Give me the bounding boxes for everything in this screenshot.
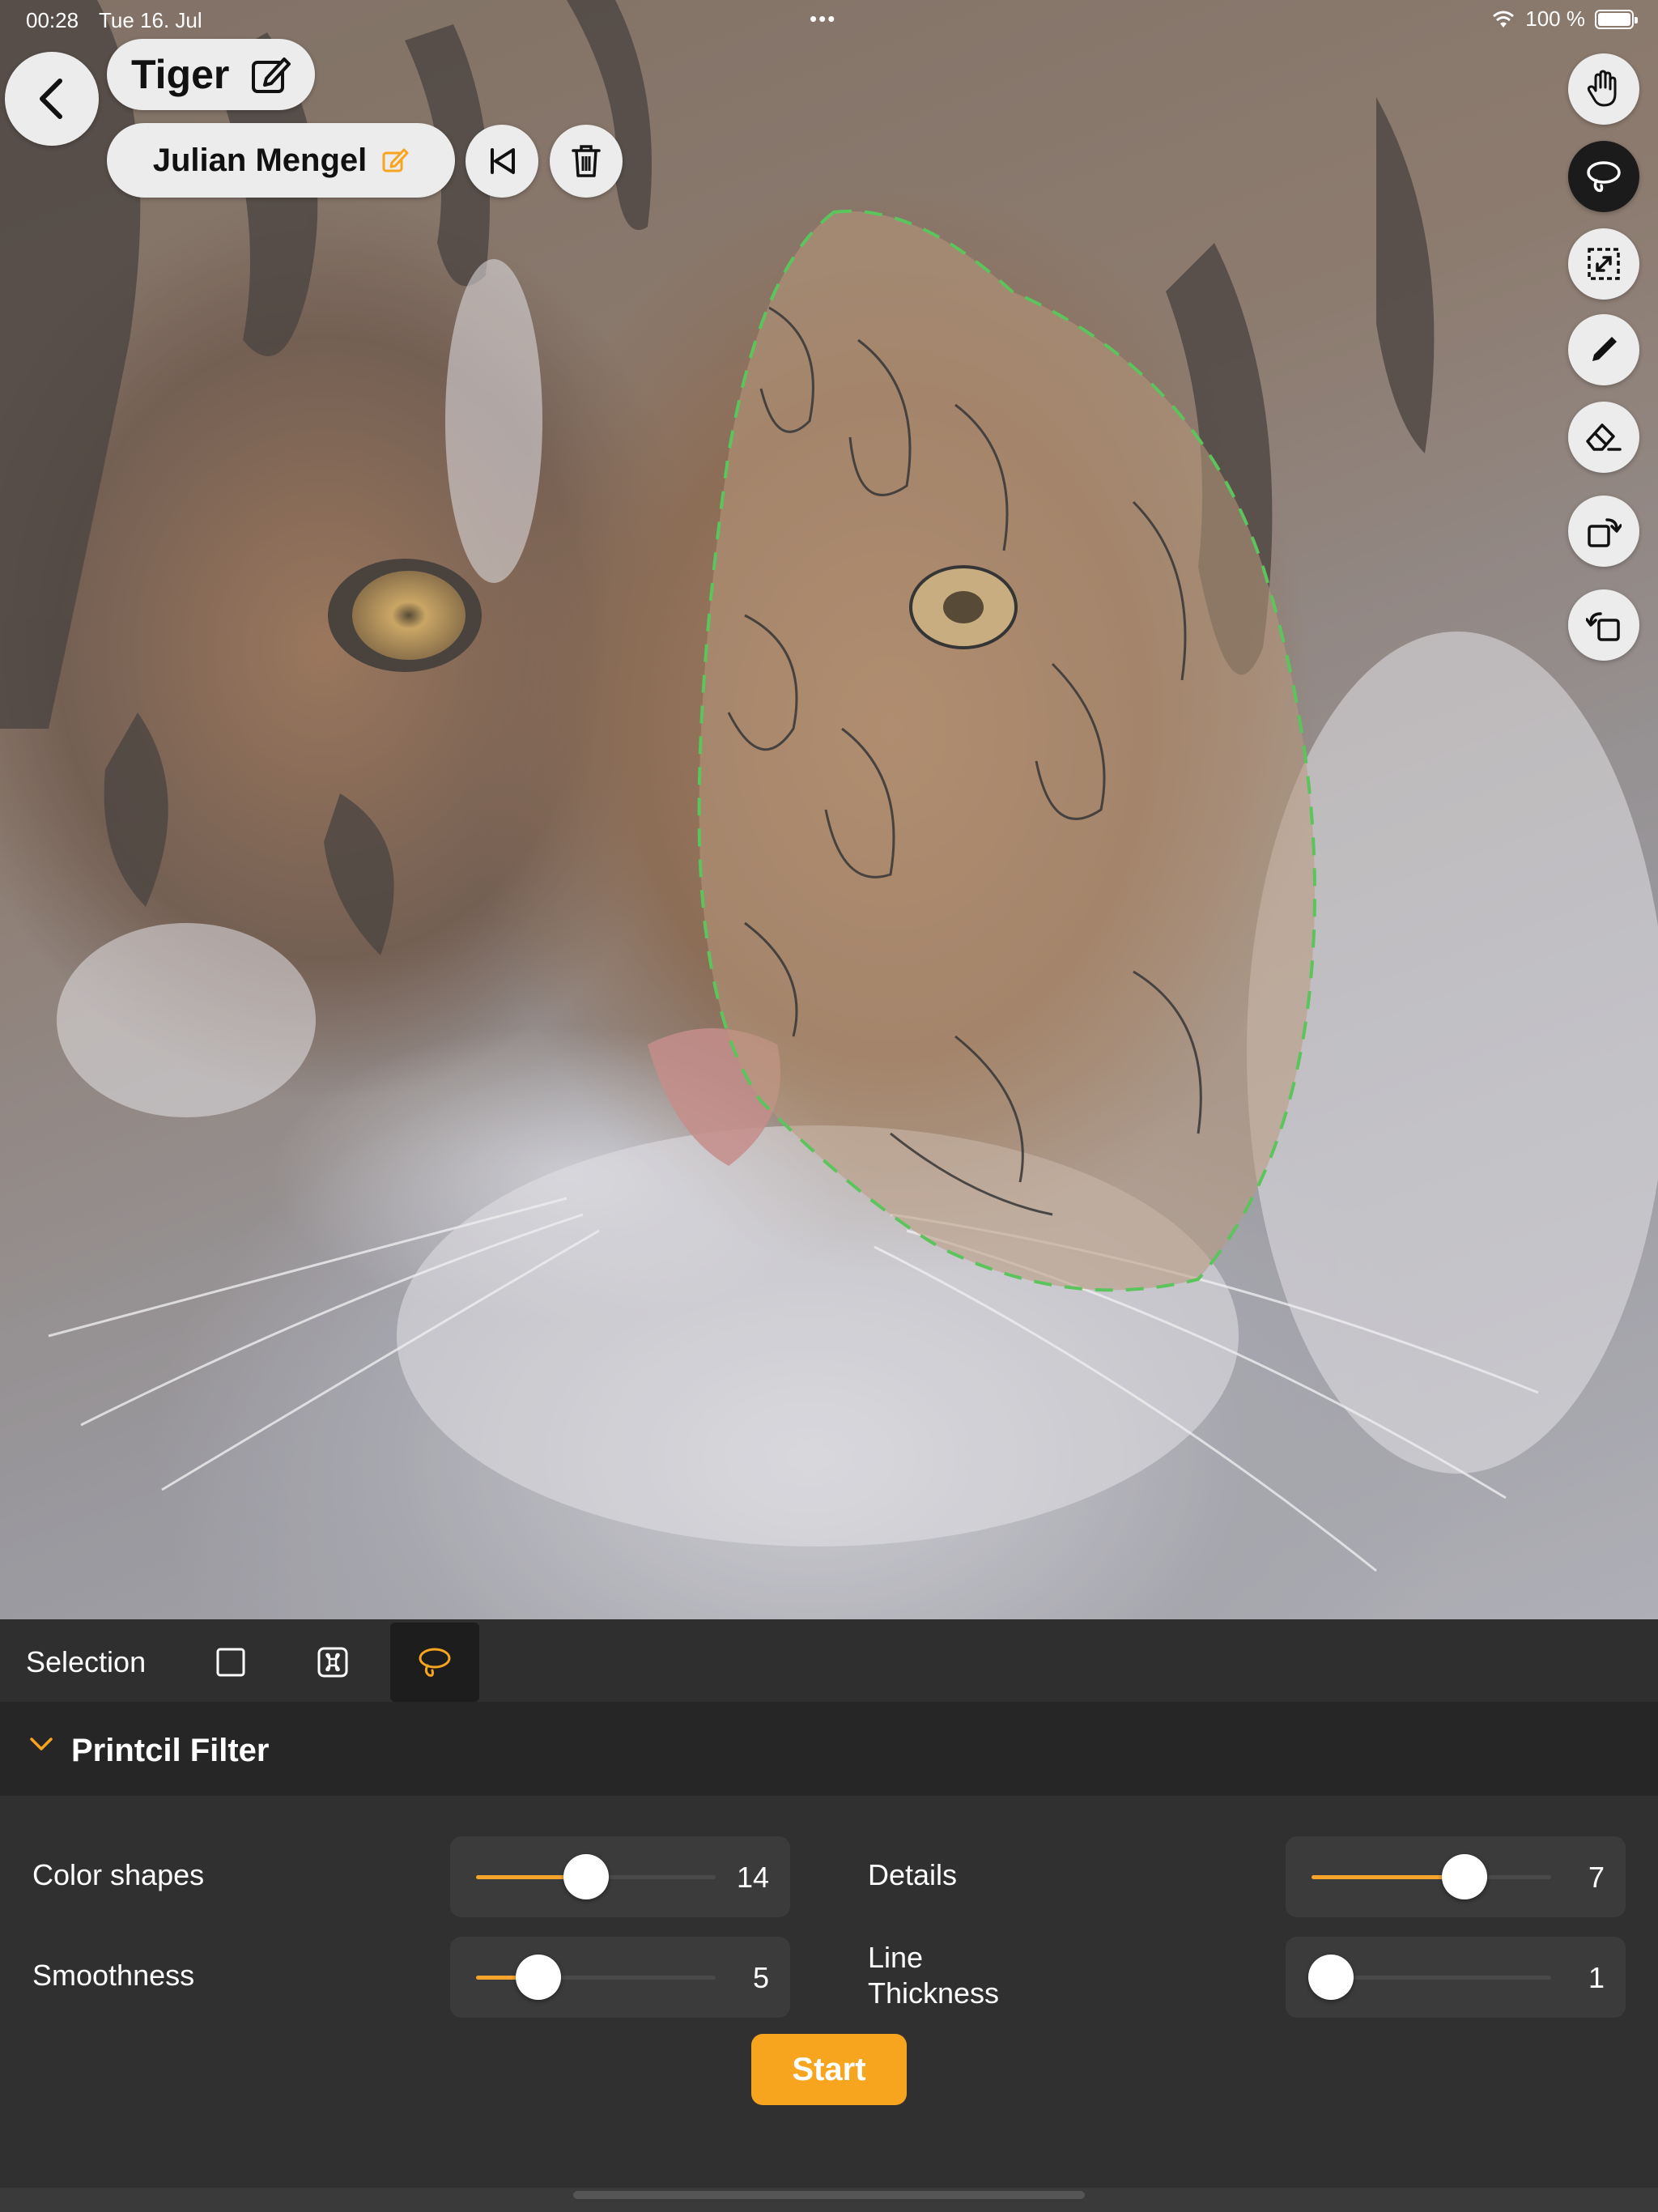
trash-icon [572, 145, 601, 177]
battery-percent: 100 % [1525, 6, 1585, 31]
smoothness-slider[interactable]: 5 [450, 1937, 790, 2018]
skip-to-start-button[interactable] [466, 125, 538, 198]
rotate-left-icon [1586, 612, 1620, 641]
object-selection-button[interactable] [288, 1623, 377, 1702]
square-icon [216, 1648, 245, 1677]
start-button[interactable]: Start [751, 2034, 907, 2105]
selection-bar: Selection [0, 1619, 1658, 1702]
resize-tool-button[interactable] [1568, 228, 1639, 300]
lasso-tool-button[interactable] [1568, 141, 1639, 212]
wifi-icon [1493, 11, 1515, 28]
skip-back-icon [491, 148, 515, 174]
color-shapes-slider[interactable]: 14 [450, 1836, 790, 1917]
rectangle-selection-button[interactable] [186, 1623, 275, 1702]
lasso-icon [419, 1648, 451, 1677]
eraser-tool-button[interactable] [1568, 402, 1639, 473]
slider-thumb[interactable] [563, 1854, 610, 1899]
filter-panel: Color shapes 14 Details 7 Smoothness 5 L… [0, 1796, 1658, 2188]
chevron-left-icon [40, 79, 62, 119]
slider-thumb[interactable] [1442, 1854, 1488, 1899]
lasso-selection-button[interactable] [390, 1623, 479, 1702]
image-canvas[interactable] [0, 0, 1658, 1619]
smoothness-value: 5 [752, 1961, 769, 1994]
color-shapes-label: Color shapes [32, 1858, 205, 1891]
line-thickness-value: 1 [1588, 1961, 1605, 1994]
selection-label: Selection [26, 1645, 147, 1678]
chevron-down-icon [30, 1738, 53, 1750]
filter-title: Printcil Filter [71, 1733, 270, 1768]
pencil-tool-button[interactable] [1568, 314, 1639, 385]
slider-thumb[interactable] [1307, 1955, 1354, 2000]
resize-icon [1588, 248, 1620, 280]
rotate-left-tool-button[interactable] [1568, 589, 1639, 661]
smoothness-label: Smoothness [32, 1959, 195, 1992]
document-title-pill[interactable]: Tiger [107, 39, 316, 110]
author-pill[interactable]: Julian Mengel [107, 123, 455, 198]
details-label: Details [868, 1858, 958, 1891]
details-slider[interactable]: 7 [1286, 1836, 1626, 1917]
edit-icon[interactable] [250, 54, 291, 95]
eraser-icon [1586, 423, 1622, 451]
lasso-icon [1587, 161, 1621, 193]
multitasking-dots[interactable]: ••• [810, 6, 836, 32]
rotate-right-tool-button[interactable] [1568, 496, 1639, 567]
slider-thumb[interactable] [515, 1955, 561, 2000]
edit-author-icon[interactable] [381, 147, 409, 174]
home-indicator[interactable] [573, 2191, 1085, 2199]
status-bar: 00:28 Tue 16. Jul ••• 100 % [0, 0, 1658, 37]
pencil-icon [1592, 337, 1617, 361]
hand-icon [1587, 70, 1617, 107]
author-name: Julian Mengel [152, 142, 368, 178]
line-thickness-slider[interactable]: 1 [1286, 1937, 1626, 2018]
hand-tool-button[interactable] [1568, 53, 1639, 125]
battery-icon [1595, 9, 1638, 29]
status-date: Tue 16. Jul [99, 8, 202, 32]
command-icon [317, 1647, 348, 1678]
document-title: Tiger [131, 52, 230, 97]
status-right: 100 % [1491, 6, 1638, 32]
back-button[interactable] [5, 52, 99, 146]
color-shapes-value: 14 [736, 1861, 769, 1894]
filter-header[interactable]: Printcil Filter [0, 1702, 1658, 1796]
status-time: 00:28 [26, 8, 79, 32]
line-thickness-label: Line Thickness [868, 1941, 1000, 2010]
delete-button[interactable] [550, 125, 623, 198]
rotate-right-icon [1588, 518, 1622, 547]
details-value: 7 [1588, 1861, 1605, 1894]
